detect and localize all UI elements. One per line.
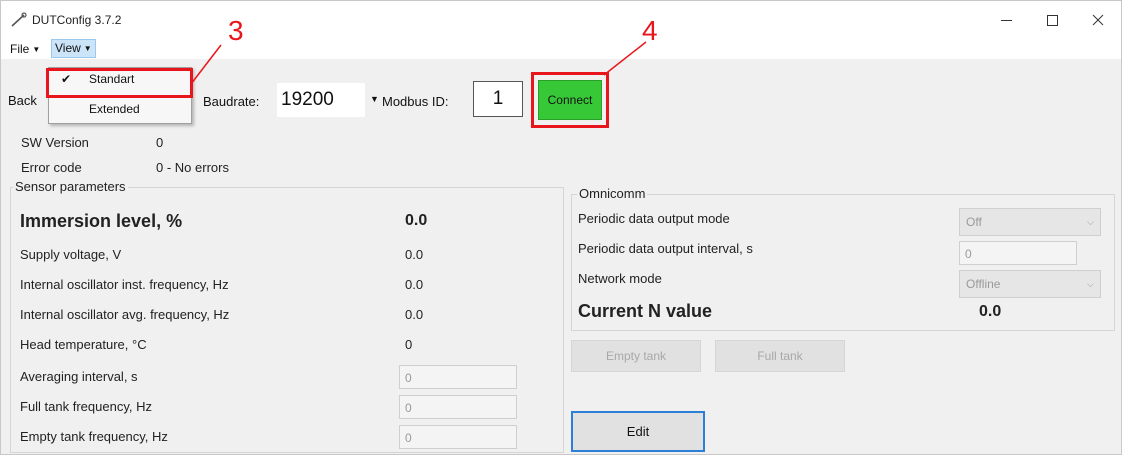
menu-file-label: File bbox=[10, 42, 30, 56]
immersion-level-value: 0.0 bbox=[405, 212, 428, 229]
averaging-interval-label: Averaging interval, s bbox=[20, 369, 138, 384]
minimize-icon bbox=[1000, 19, 1012, 21]
close-icon bbox=[1092, 14, 1104, 26]
periodic-mode-select[interactable]: Off ⌵ bbox=[959, 208, 1101, 236]
menu-item-extended[interactable]: Extended bbox=[49, 98, 191, 120]
edit-button[interactable]: Edit bbox=[571, 411, 705, 452]
menu-bar: File ▼ View ▼ bbox=[1, 39, 1121, 59]
app-window: DUTConfig 3.7.2 File ▼ View ▼ Back Baudrat… bbox=[0, 0, 1122, 455]
error-code-value: 0 - No errors bbox=[156, 160, 229, 175]
head-temperature-value: 0 bbox=[405, 337, 413, 352]
menu-file[interactable]: File ▼ bbox=[7, 39, 43, 59]
immersion-level-label: Immersion level, % bbox=[20, 211, 183, 231]
chevron-down-icon[interactable]: ▼ bbox=[370, 94, 379, 104]
close-button[interactable] bbox=[1075, 1, 1121, 39]
empty-tank-button[interactable]: Empty tank bbox=[571, 340, 701, 372]
supply-voltage-label: Supply voltage, V bbox=[20, 247, 122, 262]
modbus-id-label: Modbus ID: bbox=[382, 94, 449, 109]
annotation-marker-3: 3 bbox=[228, 15, 244, 46]
current-n-label: Current N value bbox=[578, 301, 713, 321]
current-n-value: 0.0 bbox=[979, 303, 1002, 320]
averaging-interval-input[interactable]: 0 bbox=[399, 365, 517, 389]
sensor-parameters-title: Sensor parameters bbox=[13, 179, 128, 194]
periodic-mode-value: Off bbox=[966, 215, 982, 229]
full-tank-frequency-label: Full tank frequency, Hz bbox=[20, 399, 152, 414]
network-mode-select[interactable]: Offline ⌵ bbox=[959, 270, 1101, 298]
annotation-marker-4: 4 bbox=[642, 15, 658, 46]
periodic-interval-label: Periodic data output interval, s bbox=[578, 241, 753, 256]
empty-tank-frequency-label: Empty tank frequency, Hz bbox=[20, 429, 168, 444]
head-temperature-label: Head temperature, °C bbox=[20, 337, 147, 352]
periodic-mode-label: Periodic data output mode bbox=[578, 211, 730, 226]
full-tank-frequency-input[interactable]: 0 bbox=[399, 395, 517, 419]
baudrate-select[interactable]: 19200 bbox=[277, 83, 365, 117]
annotation-line-3 bbox=[190, 44, 222, 85]
chevron-down-icon: ⌵ bbox=[1087, 279, 1094, 289]
baudrate-label: Baudrate: bbox=[203, 94, 260, 109]
chevron-down-icon: ⌵ bbox=[1087, 217, 1094, 227]
menu-view[interactable]: View ▼ bbox=[51, 39, 96, 58]
supply-voltage-value: 0.0 bbox=[405, 247, 424, 262]
full-tank-button[interactable]: Full tank bbox=[715, 340, 845, 372]
annotation-box-4 bbox=[531, 72, 609, 128]
annotation-box-3 bbox=[46, 68, 193, 98]
inst-frequency-value: 0.0 bbox=[405, 277, 424, 292]
sw-version-label: SW Version bbox=[21, 135, 89, 150]
network-mode-value: Offline bbox=[966, 277, 1001, 291]
modbus-id-input[interactable]: 1 bbox=[473, 81, 523, 117]
app-icon bbox=[11, 12, 27, 27]
minimize-button[interactable] bbox=[983, 1, 1029, 39]
network-mode-label: Network mode bbox=[578, 271, 662, 286]
error-code-label: Error code bbox=[21, 160, 82, 175]
chevron-down-icon: ▼ bbox=[32, 44, 41, 54]
avg-frequency-value: 0.0 bbox=[405, 307, 424, 322]
maximize-button[interactable] bbox=[1029, 1, 1075, 39]
sw-version-value: 0 bbox=[156, 135, 164, 150]
omnicomm-title: Omnicomm bbox=[577, 186, 648, 201]
back-button[interactable]: Back bbox=[8, 93, 37, 108]
empty-tank-frequency-input[interactable]: 0 bbox=[399, 425, 517, 449]
maximize-icon bbox=[1046, 14, 1058, 26]
chevron-down-icon: ▼ bbox=[83, 44, 92, 54]
inst-frequency-label: Internal oscillator inst. frequency, Hz bbox=[20, 277, 229, 292]
menu-view-label: View bbox=[55, 41, 81, 55]
title-bar: DUTConfig 3.7.2 bbox=[1, 1, 1121, 39]
window-title: DUTConfig 3.7.2 bbox=[32, 13, 122, 27]
periodic-interval-input[interactable]: 0 bbox=[959, 241, 1077, 265]
avg-frequency-label: Internal oscillator avg. frequency, Hz bbox=[20, 307, 230, 322]
